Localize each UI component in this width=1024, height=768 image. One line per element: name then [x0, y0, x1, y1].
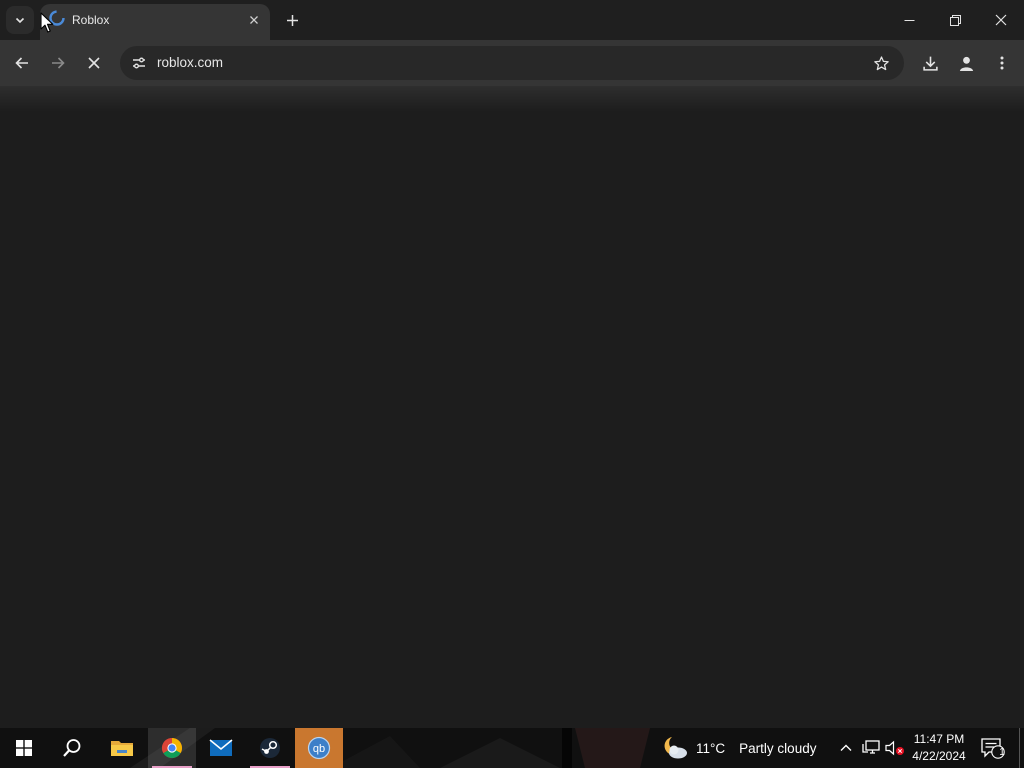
- show-desktop-button[interactable]: [1019, 728, 1024, 768]
- weather-temperature: 11°C: [696, 740, 726, 756]
- notification-count: 1: [999, 747, 1005, 758]
- browser-toolbar: roblox.com: [0, 40, 1024, 86]
- weather-widget[interactable]: 11°C Partly cloudy: [662, 728, 816, 768]
- page-loading-strip: [0, 86, 1024, 112]
- site-info-tune-icon[interactable]: [126, 50, 152, 76]
- close-window-button[interactable]: [978, 0, 1024, 40]
- system-clock[interactable]: 11:47 PM 4/22/2024: [906, 731, 972, 765]
- qbittorrent-icon: qb: [307, 736, 331, 760]
- notifications-button[interactable]: 1: [980, 736, 1006, 760]
- windows-taskbar: qb 11°C Partly cloudy 11:47 PM 4/22/2024…: [0, 728, 1024, 768]
- partly-cloudy-night-icon: [664, 737, 687, 759]
- url-text[interactable]: roblox.com: [157, 55, 223, 70]
- close-icon: [995, 14, 1007, 26]
- tab-roblox[interactable]: Roblox: [40, 4, 270, 40]
- folder-icon: [111, 741, 133, 756]
- minimize-icon: [904, 19, 914, 21]
- stop-loading-button[interactable]: [79, 48, 109, 78]
- weather-condition: Partly cloudy: [739, 740, 817, 756]
- back-button[interactable]: [7, 48, 37, 78]
- show-hidden-icons-button[interactable]: [836, 738, 856, 758]
- search-icon: [63, 739, 81, 757]
- taskbar-qbittorrent[interactable]: qb: [295, 728, 343, 768]
- more-vert-icon: [1000, 56, 1004, 70]
- new-tab-button[interactable]: [280, 8, 304, 32]
- taskbar-steam[interactable]: [246, 728, 294, 768]
- menu-button[interactable]: [987, 48, 1017, 78]
- start-button[interactable]: [0, 728, 48, 768]
- windows-logo-icon: [16, 740, 32, 756]
- arrow-left-icon: [15, 57, 28, 69]
- stop-x-icon: [88, 57, 100, 69]
- taskbar-mail[interactable]: [197, 728, 245, 768]
- profile-button[interactable]: [951, 48, 981, 78]
- forward-button[interactable]: [43, 48, 73, 78]
- network-icon[interactable]: [861, 738, 881, 758]
- tab-search-button[interactable]: [6, 6, 34, 34]
- chrome-icon: [162, 738, 182, 758]
- chevron-up-icon: [840, 744, 852, 751]
- mail-icon: [209, 739, 233, 756]
- bookmark-star-icon[interactable]: [868, 50, 894, 76]
- restore-button[interactable]: [932, 0, 978, 40]
- clock-date: 4/22/2024: [912, 749, 966, 763]
- tab-close-icon[interactable]: [246, 12, 262, 28]
- steam-icon: [260, 738, 280, 758]
- taskbar-file-explorer[interactable]: [98, 728, 146, 768]
- svg-text:qb: qb: [313, 743, 325, 755]
- volume-muted-icon[interactable]: [885, 738, 905, 758]
- tab-strip: Roblox: [0, 0, 1024, 40]
- clock-time: 11:47 PM: [913, 732, 965, 746]
- chevron-down-icon: [15, 17, 25, 24]
- tab-title: Roblox: [72, 13, 110, 27]
- profile-icon: [959, 56, 973, 71]
- minimize-button[interactable]: [886, 0, 932, 40]
- mouse-cursor-icon: [40, 12, 54, 33]
- download-icon: [922, 56, 938, 71]
- plus-icon: [286, 14, 298, 26]
- address-bar[interactable]: roblox.com: [120, 46, 904, 80]
- taskbar-search-button[interactable]: [48, 728, 96, 768]
- arrow-right-icon: [52, 57, 65, 69]
- restore-icon: [949, 14, 961, 26]
- taskbar-chrome[interactable]: [148, 728, 196, 768]
- downloads-button[interactable]: [915, 48, 945, 78]
- page-viewport[interactable]: [0, 112, 1024, 728]
